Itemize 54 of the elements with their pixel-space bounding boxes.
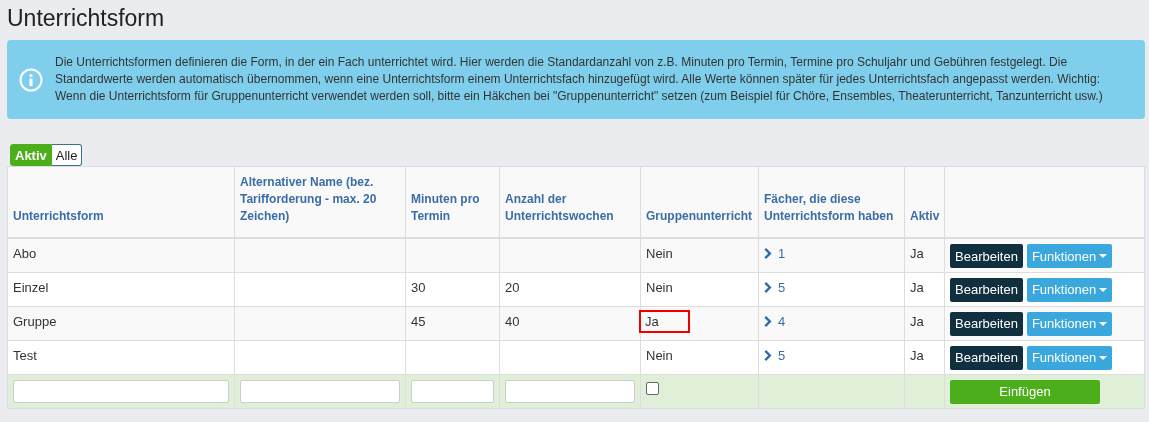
chevron-icon — [764, 248, 772, 259]
caret-icon — [1099, 287, 1108, 292]
table-cell: Ja — [910, 347, 924, 363]
input-field[interactable] — [411, 379, 494, 403]
table-cell: 20 — [505, 279, 520, 295]
info-text: Die Unterrichtsformen definieren die Form, in der ein Fach unterrichtet wird. Hier werden die Standardanzahl von z.B. Minuten pro Termin, Termine pro Schuljahr und Gebühren festgelegt. Die Standardwerte werden automatisch übernommen, wenn eine Unterrichtsform einem Unterrichtsfach hinzugefügt wird. Alle Werte können später für jedes Unterrichtsfach angepasst werden. Wichtig: Wenn die Unterrichtsform für Gruppenunterricht verwendet werden soll, bitte ein Häkchen bei "Gruppenunterricht" setzen (zum Beispiel für Chöre, Ensembles, Theaterunterricht, Tanzunterricht usw.) — [55, 54, 1104, 105]
table-cell: Nein — [646, 347, 673, 363]
info-icon — [19, 67, 43, 92]
chevron-icon — [764, 281, 772, 293]
table-cell: 40 — [505, 313, 520, 329]
column-header: Unterrichtsform — [13, 209, 104, 223]
column-header: Minuten pro Termin — [411, 192, 480, 223]
chevron-icon — [764, 315, 772, 327]
functions-button[interactable]: Funktionen — [1026, 244, 1113, 268]
edit-button[interactable]: Bearbeiten — [950, 311, 1023, 336]
checkbox[interactable] — [646, 381, 659, 395]
table-cell: Abo — [13, 246, 37, 261]
table-cell: Gruppe — [13, 313, 57, 329]
column-header: Aktiv — [910, 209, 940, 223]
caret-icon — [1099, 355, 1108, 360]
input-field[interactable] — [13, 379, 229, 403]
table-cell: Nein — [646, 246, 673, 261]
table-cell: Einzel — [13, 279, 49, 295]
column-header: Anzahl der Unterrichtswochen — [505, 192, 614, 223]
table-cell: 45 — [411, 313, 426, 329]
table-cell: Test — [13, 347, 37, 363]
input-field[interactable] — [240, 379, 400, 403]
subjects-link[interactable]: 5 — [764, 279, 786, 295]
filter-button[interactable]: Aktiv — [10, 144, 52, 166]
caret-icon — [1099, 254, 1108, 258]
edit-button[interactable]: Bearbeiten — [950, 345, 1023, 370]
caret-icon — [1099, 321, 1108, 326]
subjects-link[interactable]: 4 — [764, 313, 786, 329]
table-cell: Nein — [646, 279, 673, 295]
table-cell: 30 — [411, 279, 426, 295]
table-cell: Ja — [910, 279, 924, 295]
table-cell: Ja — [641, 311, 688, 331]
column-header: Fächer, die diese Unterrichtsform haben — [764, 192, 894, 223]
subjects-link[interactable]: 5 — [764, 347, 786, 363]
edit-button[interactable]: Bearbeiten — [950, 277, 1023, 302]
page-title: Unterrichtsform — [7, 4, 166, 33]
input-field[interactable] — [505, 379, 635, 403]
insert-button[interactable]: Einfügen — [950, 379, 1100, 404]
table-cell: Ja — [910, 313, 924, 329]
column-header: Gruppenunterricht — [646, 209, 752, 223]
chevron-icon — [764, 349, 772, 361]
table-cell: Ja — [910, 246, 924, 261]
functions-button[interactable]: Funktionen — [1026, 345, 1113, 370]
edit-button[interactable]: Bearbeiten — [950, 244, 1023, 268]
filter-button[interactable]: Alle — [51, 144, 83, 166]
column-header: Alternativer Name (bez. Tarifforderung - max. 20 Zeichen) — [240, 175, 377, 223]
functions-button[interactable]: Funktionen — [1026, 277, 1113, 302]
functions-button[interactable]: Funktionen — [1026, 311, 1113, 336]
subjects-link[interactable]: 1 — [764, 246, 786, 261]
